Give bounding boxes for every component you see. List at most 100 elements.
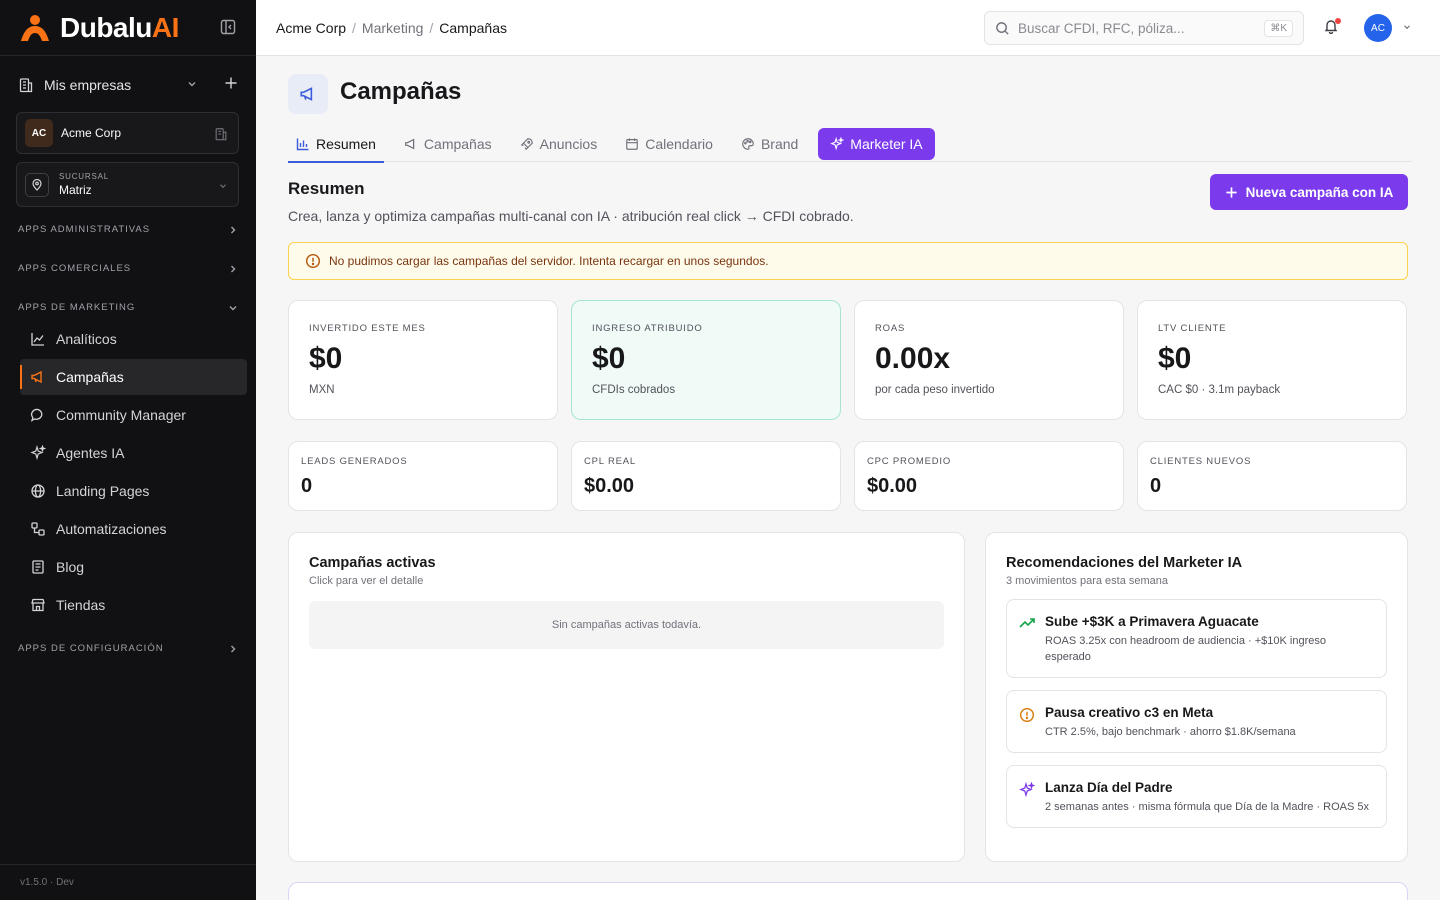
sidebar: DubaluAI Mis empresas AC Acme Corp SUCUR… <box>0 0 256 900</box>
topbar: Acme Corp / Marketing / Campañas Buscar … <box>256 0 1440 56</box>
search-input[interactable]: Buscar CFDI, RFC, póliza... ⌘K <box>984 11 1304 45</box>
version-label: v1.5.0 · Dev <box>0 864 256 900</box>
section-admin-label: APPS ADMINISTRATIVAS <box>18 224 151 235</box>
sidebar-item-automatizaciones[interactable]: Automatizaciones <box>20 511 247 547</box>
sidebar-collapse-icon[interactable] <box>220 19 236 35</box>
kpi-label: CPC PROMEDIO <box>867 456 952 467</box>
marketing-nav: Analíticos Campañas Community Manager Ag… <box>20 321 247 625</box>
new-ai-campaign-label: Nueva campaña con IA <box>1245 184 1394 200</box>
building-icon <box>215 128 227 141</box>
breadcrumb-current: Campañas <box>439 20 507 36</box>
branch-value: Matriz <box>59 183 92 197</box>
brand-name-ai: AI <box>151 11 180 43</box>
breadcrumb-company[interactable]: Acme Corp <box>276 20 346 36</box>
tab-calendario[interactable]: Calendario <box>617 126 721 162</box>
chart-line-icon <box>30 331 46 347</box>
recommendation-title: Pausa creativo c3 en Meta <box>1045 705 1214 720</box>
panel-title: Campañas activas <box>309 555 436 571</box>
brand-logo[interactable]: DubaluAI <box>18 12 179 44</box>
kpi-attributed-income: INGRESO ATRIBUIDO $0 CFDIs cobrados <box>571 300 841 420</box>
kpi-sub: CFDIs cobrados <box>592 384 676 396</box>
kpi-label: CPL REAL <box>584 456 636 467</box>
store-icon <box>30 597 46 613</box>
kpi-label: LEADS GENERADOS <box>301 456 408 467</box>
tab-anuncios[interactable]: Anuncios <box>512 126 606 162</box>
empty-state: Sin campañas activas todavía. <box>309 601 944 649</box>
search-placeholder: Buscar CFDI, RFC, póliza... <box>1018 20 1185 36</box>
chevron-right-icon <box>231 265 236 272</box>
sidebar-item-analiticos[interactable]: Analíticos <box>20 321 247 357</box>
my-companies-row[interactable]: Mis empresas <box>0 56 256 114</box>
kpi-label: ROAS <box>875 323 906 334</box>
kpi-value: $0 <box>592 342 626 375</box>
sidebar-item-label: Automatizaciones <box>56 521 167 537</box>
section-commercial-label: APPS COMERCIALES <box>18 263 132 274</box>
tab-label: Marketer IA <box>850 135 923 152</box>
recommendations-panel: Recomendaciones del Marketer IA 3 movimi… <box>985 532 1408 862</box>
section-title: Resumen <box>288 179 365 198</box>
main-content: Campañas Resumen Campañas Anuncios Calen… <box>256 56 1440 900</box>
section-config-apps[interactable]: APPS DE CONFIGURACIÓN <box>18 643 238 654</box>
company-selector[interactable]: AC Acme Corp <box>16 112 239 154</box>
tab-brand[interactable]: Brand <box>733 126 806 162</box>
new-ai-campaign-button[interactable]: Nueva campaña con IA <box>1210 174 1408 210</box>
sidebar-item-label: Campañas <box>56 369 124 385</box>
sidebar-item-label: Blog <box>56 559 85 575</box>
search-icon <box>996 21 1009 35</box>
notifications-button[interactable] <box>1323 18 1341 36</box>
tab-marketer-ia[interactable]: Marketer IA <box>818 127 935 160</box>
chevron-right-icon <box>231 226 236 233</box>
section-marketing-apps[interactable]: APPS DE MARKETING <box>18 302 238 313</box>
chevron-down-icon[interactable] <box>186 78 198 90</box>
kpi-invested: INVERTIDO ESTE MES $0 MXN <box>288 300 558 420</box>
recommendation-desc: CTR 2.5%, bajo benchmark · ahorro $1.8K/… <box>1045 726 1296 738</box>
kpi-label: LTV CLIENTE <box>1158 323 1227 334</box>
section-commercial-apps[interactable]: APPS COMERCIALES <box>18 263 238 274</box>
sidebar-item-community-manager[interactable]: Community Manager <box>20 397 247 433</box>
sidebar-item-label: Tiendas <box>56 597 106 613</box>
sidebar-item-blog[interactable]: Blog <box>20 549 247 585</box>
tab-label: Anuncios <box>539 135 598 152</box>
breadcrumb: Acme Corp / Marketing / Campañas <box>276 20 507 36</box>
tab-label: Calendario <box>645 135 713 152</box>
company-avatar: AC <box>25 119 53 147</box>
chevron-right-icon <box>231 645 236 652</box>
chevron-down-icon[interactable] <box>1402 22 1412 32</box>
kpi-roas: ROAS 0.00x por cada peso invertido <box>854 300 1124 420</box>
sidebar-item-agentes-ia[interactable]: Agentes IA <box>20 435 247 471</box>
recommendation-card[interactable]: Lanza Día del Padre 2 semanas antes · mi… <box>1006 765 1387 828</box>
sparkles-icon <box>830 136 845 151</box>
company-name: Acme Corp <box>61 126 122 140</box>
kpi-value: $0 <box>309 342 343 375</box>
rocket-icon <box>520 137 534 151</box>
kpi-value: $0.00 <box>584 475 635 497</box>
kpi-cpc: CPC PROMEDIO $0.00 <box>854 441 1124 511</box>
recommendation-card[interactable]: Sube +$3K a Primavera Aguacate ROAS 3.25… <box>1006 599 1387 678</box>
section-subtitle: Crea, lanza y optimiza campañas multi-ca… <box>288 208 854 224</box>
breadcrumb-marketing[interactable]: Marketing <box>362 20 423 36</box>
kpi-sub: MXN <box>309 384 335 396</box>
building-icon <box>19 78 33 93</box>
section-admin-apps[interactable]: APPS ADMINISTRATIVAS <box>18 224 238 235</box>
user-avatar[interactable]: AC <box>1364 14 1392 42</box>
panel-subtitle: 3 movimientos para esta semana <box>1006 575 1169 587</box>
my-companies-label: Mis empresas <box>44 77 132 93</box>
tab-campanas[interactable]: Campañas <box>396 126 500 162</box>
sidebar-item-landing-pages[interactable]: Landing Pages <box>20 473 247 509</box>
branch-selector[interactable]: SUCURSAL Matriz <box>16 162 239 207</box>
kpi-value: 0 <box>301 475 313 497</box>
active-campaigns-panel: Campañas activas Click para ver el detal… <box>288 532 965 862</box>
sidebar-item-campanas[interactable]: Campañas <box>20 359 247 395</box>
megaphone-icon <box>288 74 328 114</box>
add-company-icon[interactable] <box>224 76 238 90</box>
kpi-cpl: CPL REAL $0.00 <box>571 441 841 511</box>
alert-circle-icon <box>305 253 321 269</box>
recommendation-card[interactable]: Pausa creativo c3 en Meta CTR 2.5%, bajo… <box>1006 690 1387 753</box>
chat-bubble-icon <box>30 407 46 423</box>
globe-icon <box>30 483 46 499</box>
kpi-label: CLIENTES NUEVOS <box>1150 456 1252 467</box>
tab-resumen[interactable]: Resumen <box>288 126 384 163</box>
brand-logo-icon <box>21 14 49 41</box>
sidebar-item-tiendas[interactable]: Tiendas <box>20 587 247 623</box>
recommendation-desc: ROAS 3.25x con headroom de audiencia · +… <box>1045 635 1326 663</box>
